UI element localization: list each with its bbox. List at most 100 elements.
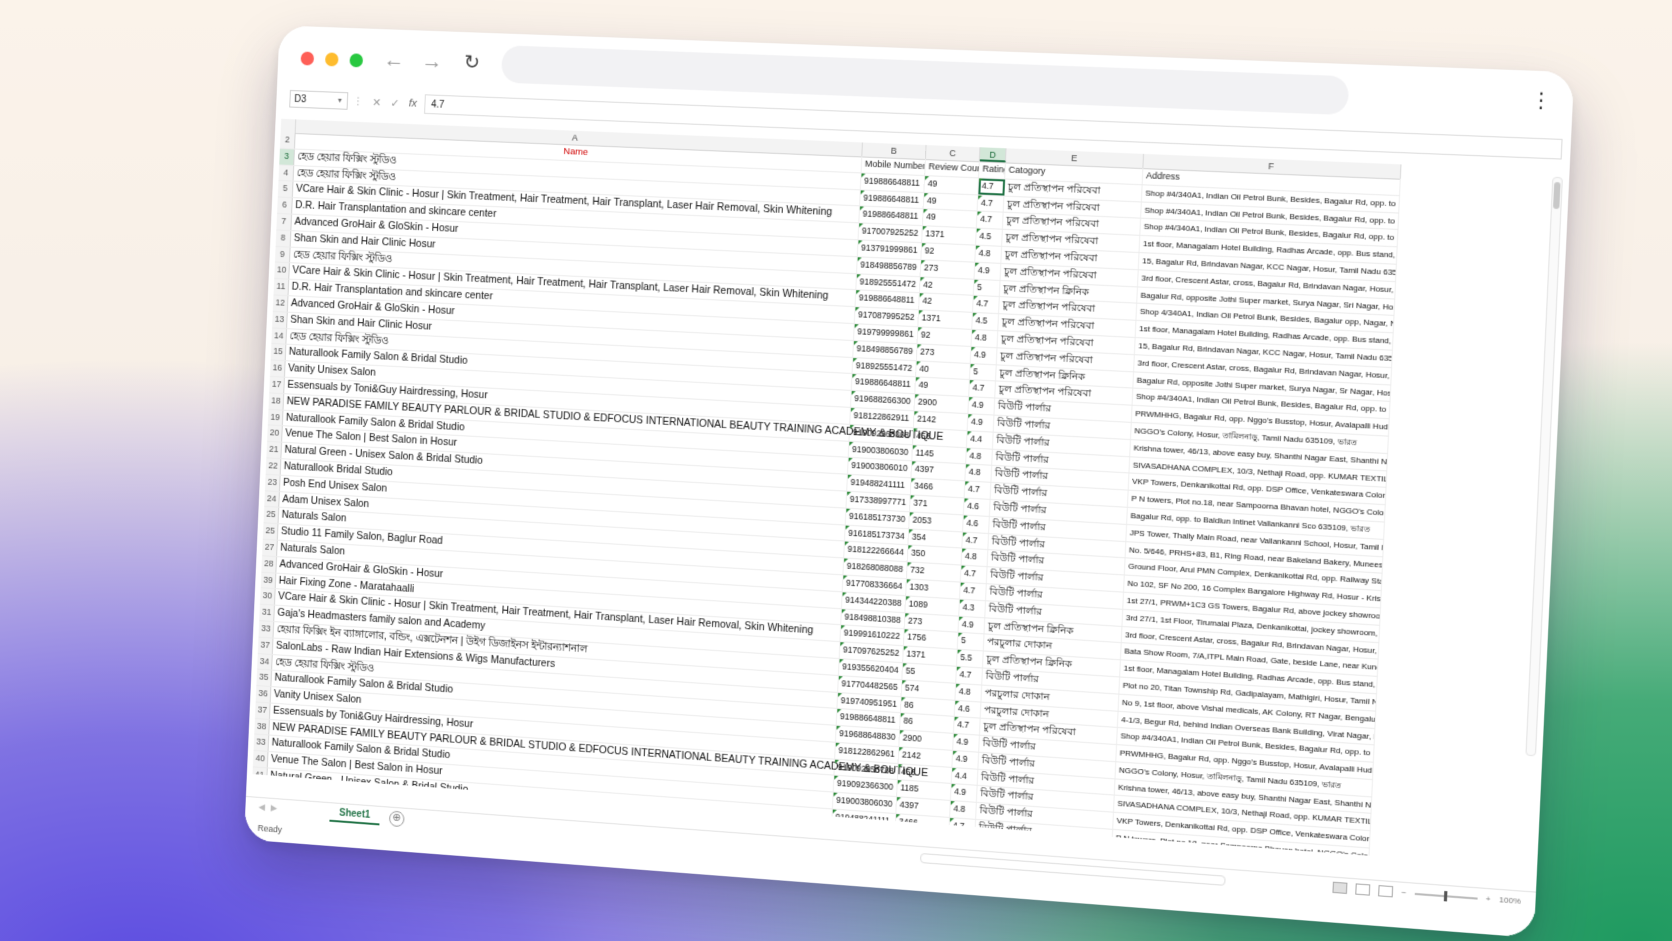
cell-rating[interactable]: 4.9 [974, 262, 1002, 280]
cell-mobile[interactable]: 913791999861 [857, 240, 923, 260]
row-number[interactable]: 37 [254, 702, 271, 719]
cell-rating[interactable]: 4.7 [949, 818, 977, 836]
horizontal-scrollbar[interactable] [920, 852, 1226, 886]
back-arrow-icon[interactable]: ← [379, 45, 409, 75]
row-number[interactable]: 7 [276, 213, 293, 230]
reload-icon[interactable]: ↻ [457, 48, 487, 78]
cell-mobile[interactable]: 919886648811 [860, 173, 926, 192]
page-break-view-icon[interactable] [1378, 885, 1394, 898]
row-number[interactable]: 24 [264, 490, 280, 508]
cell-review-count[interactable]: 2053 [909, 512, 964, 532]
sheet-tab-sheet1[interactable]: Sheet1 [329, 805, 380, 826]
cell-rating[interactable]: 5.5 [956, 649, 984, 668]
cell-mobile[interactable]: 919886648811 [860, 190, 925, 209]
cell-rating[interactable]: 4.8 [955, 683, 983, 702]
chevron-down-icon[interactable]: ▼ [336, 97, 343, 104]
cell-review-count[interactable]: 732 [906, 562, 962, 582]
header-mobile[interactable]: Mobile Number [861, 156, 926, 175]
function-icon[interactable]: fx [409, 97, 418, 110]
row-number[interactable]: 33 [253, 734, 270, 752]
row-number[interactable]: 23 [264, 474, 281, 491]
cell-review-count[interactable]: 40 [916, 360, 971, 380]
row-number[interactable]: 10 [274, 262, 290, 279]
row-number[interactable]: 15 [270, 344, 287, 361]
cell-rating[interactable]: 4.4 [966, 431, 994, 449]
cell-review-count[interactable]: 49 [922, 209, 978, 228]
cell-rating[interactable]: 4.8 [950, 801, 977, 820]
cell-rating[interactable]: 4.7 [977, 195, 1005, 213]
cell-mobile[interactable]: 918498856789 [857, 257, 922, 276]
cell-review-count[interactable]: 2900 [914, 394, 970, 414]
row-number[interactable]: 17 [269, 376, 285, 393]
row-number[interactable]: 22 [265, 458, 282, 475]
cell-rating[interactable]: 4.8 [965, 464, 993, 483]
cell-mobile[interactable]: 919886648811 [851, 374, 917, 394]
zoom-out-icon[interactable]: − [1401, 888, 1406, 898]
cell-review-count[interactable]: 1371 [918, 310, 973, 329]
cell-review-count[interactable]: 92 [921, 243, 977, 262]
close-window-button[interactable] [300, 51, 315, 66]
cell-rating[interactable]: 5 [957, 633, 985, 651]
row-number[interactable]: 28 [261, 555, 278, 573]
row-number[interactable]: 2 [279, 132, 296, 149]
cell-rating[interactable]: 4.7 [953, 717, 981, 735]
row-number[interactable]: 36 [255, 686, 272, 703]
row-number[interactable]: 25 [262, 523, 279, 540]
normal-view-icon[interactable] [1332, 881, 1348, 894]
cell-rating[interactable]: 4.7 [976, 211, 1004, 229]
cell-rating[interactable]: 4.9 [970, 346, 998, 364]
row-number[interactable]: 38 [254, 718, 270, 735]
row-number[interactable]: 8 [275, 230, 292, 247]
row-number[interactable]: 14 [271, 327, 288, 345]
header-rating[interactable]: Rating [979, 161, 1006, 179]
more-menu-icon[interactable]: ⋮ [1530, 85, 1553, 117]
cell-rating[interactable]: 4.9 [967, 414, 995, 432]
cancel-icon[interactable]: ✕ [372, 96, 381, 109]
cell-review-count[interactable]: 42 [919, 276, 975, 296]
cell-rating[interactable]: 4.9 [952, 750, 980, 769]
row-number[interactable]: 35 [256, 669, 273, 687]
row-number[interactable]: 25 [263, 507, 280, 524]
cell-rating[interactable]: 4.4 [951, 767, 979, 786]
forward-arrow-icon[interactable]: → [417, 46, 447, 76]
cell-rating[interactable]: 4.7 [978, 178, 1006, 196]
cell-review-count[interactable]: 4397 [911, 461, 967, 481]
enter-check-icon[interactable]: ✓ [390, 96, 399, 109]
zoom-in-icon[interactable]: + [1486, 894, 1491, 904]
row-number[interactable]: 12 [272, 295, 289, 312]
cell-review-count[interactable]: 273 [916, 344, 972, 363]
cell-mobile[interactable]: 919799999861 [854, 324, 919, 344]
add-sheet-icon[interactable]: ⊕ [388, 810, 405, 827]
header-review-count[interactable]: Review Count [925, 159, 980, 178]
cell-rating[interactable]: 4.7 [973, 296, 1000, 314]
cell-review-count[interactable]: 354 [908, 528, 964, 548]
cell-review-count[interactable]: 2142 [913, 411, 969, 431]
cell-review-count[interactable]: 92 [917, 327, 973, 346]
cell-rating[interactable]: 4.5 [972, 313, 1000, 331]
cell-review-count[interactable]: 49 [923, 192, 979, 211]
cell-review-count[interactable]: 49 [915, 377, 970, 397]
row-number[interactable]: 9 [274, 246, 291, 263]
row-number[interactable]: 3 [279, 148, 295, 165]
row-number[interactable]: 13 [272, 311, 288, 328]
cell-rating[interactable]: 4.7 [960, 565, 988, 584]
cell-rating[interactable]: 4.9 [958, 616, 986, 634]
cell-rating[interactable]: 4.6 [963, 515, 990, 533]
row-number[interactable]: 6 [277, 197, 293, 214]
cell-rating[interactable]: 4.7 [964, 481, 992, 499]
cell-rating[interactable]: 4.7 [962, 532, 990, 550]
cell-mobile[interactable]: 919488241111 [832, 809, 897, 830]
cell-rating[interactable]: 4.6 [963, 498, 991, 516]
row-number[interactable]: 41 [252, 767, 268, 784]
row-number[interactable]: 18 [268, 393, 285, 410]
cell-review-count[interactable]: 273 [920, 260, 976, 279]
cell-review-count[interactable]: 3466 [910, 478, 966, 498]
cell-rating[interactable]: 4.8 [971, 329, 999, 348]
cell-mobile[interactable]: 918925551472 [852, 357, 917, 377]
cell-review-count[interactable]: 42 [919, 293, 974, 313]
row-number[interactable]: 16 [269, 360, 286, 377]
sheet-nav-arrows[interactable]: ◀▶ [258, 802, 283, 814]
row-number[interactable]: 19 [267, 409, 284, 426]
row-number[interactable]: 37 [257, 637, 274, 654]
cell-review-count[interactable]: 1371 [922, 226, 977, 245]
